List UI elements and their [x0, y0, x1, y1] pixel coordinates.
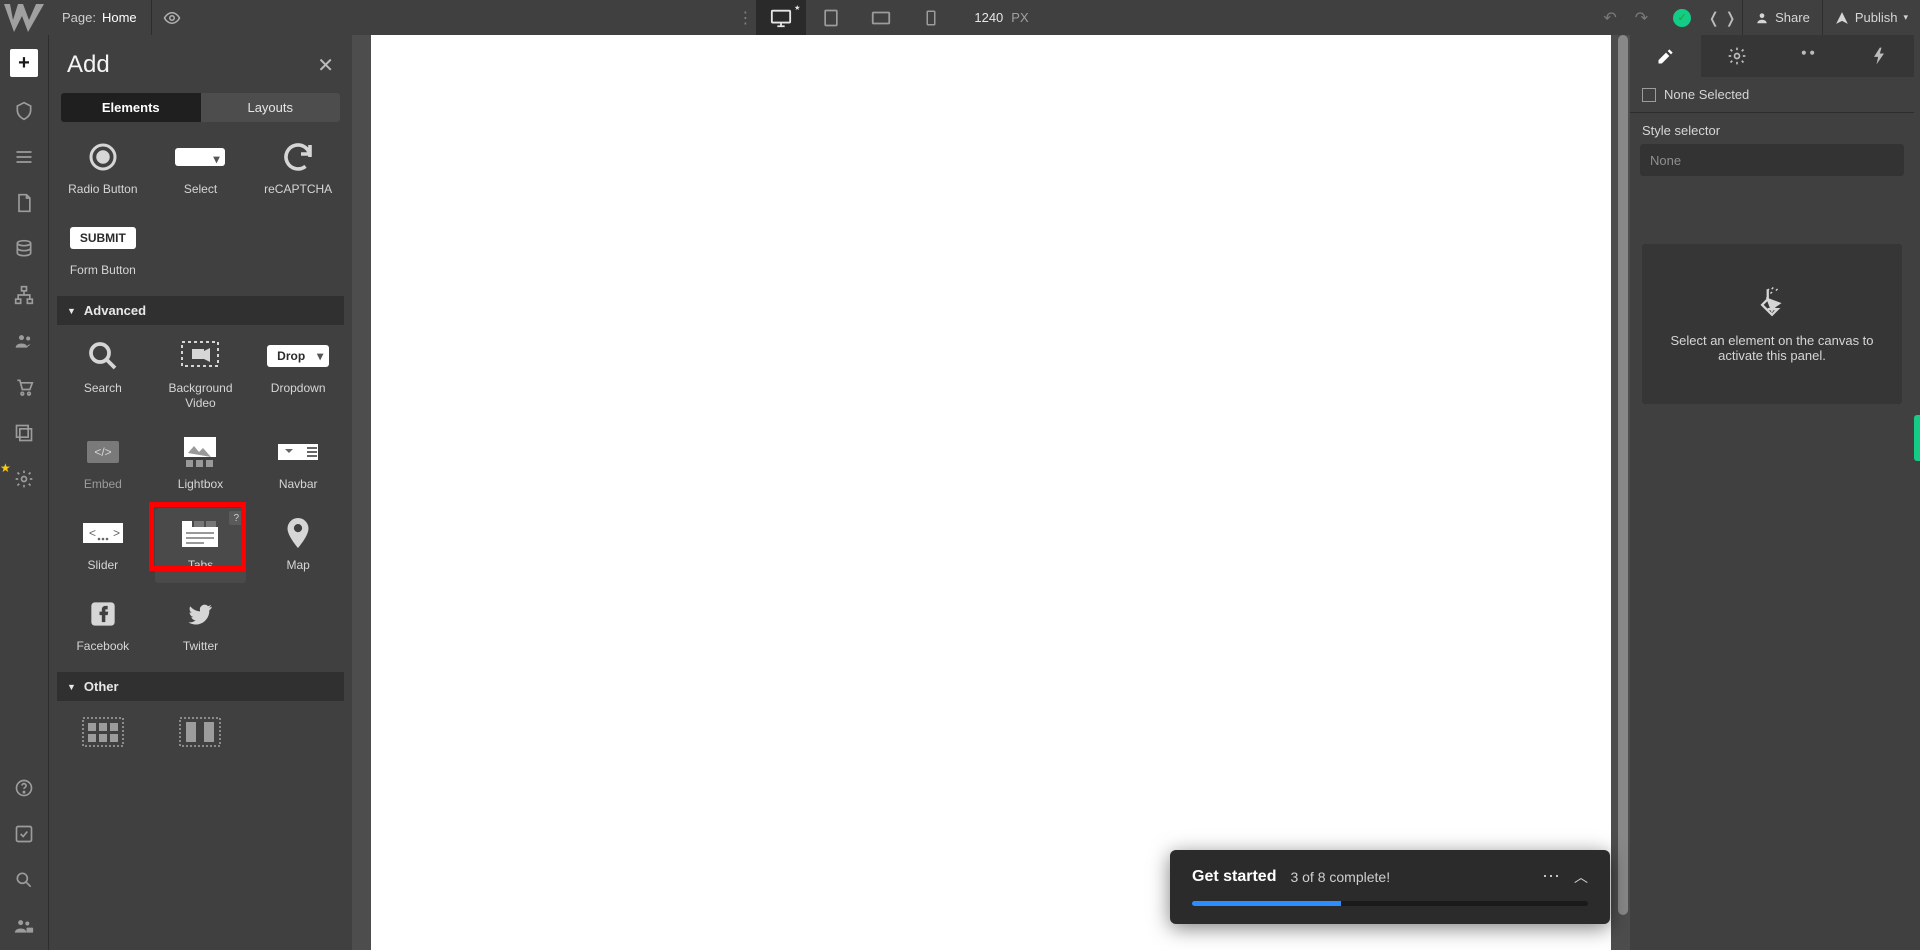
- chevron-down-icon: ▼: [67, 682, 76, 692]
- add-panel-tabs: Elements Layouts: [61, 93, 340, 122]
- element-background-video[interactable]: Background Video: [155, 331, 247, 421]
- element-facebook[interactable]: Facebook: [57, 589, 149, 664]
- element-search[interactable]: Search: [57, 331, 149, 421]
- add-panel: Add ✕ Elements Layouts Radio Button Sele…: [48, 35, 352, 950]
- rail-pages-icon[interactable]: [12, 191, 36, 215]
- rail-video-tutorials-icon[interactable]: [12, 914, 36, 938]
- element-lightbox[interactable]: Lightbox: [155, 427, 247, 502]
- svg-text:>: >: [113, 526, 120, 540]
- element-slider[interactable]: <> Slider: [57, 508, 149, 583]
- element-twitter[interactable]: Twitter: [155, 589, 247, 664]
- top-bar: Page: Home ⋮ ★ 1240 PX ↶ ↷ ✓ ❬ ❭ Share: [0, 0, 1920, 35]
- publish-label: Publish: [1855, 10, 1898, 25]
- device-desktop-button[interactable]: ★: [756, 0, 806, 35]
- device-landscape-button[interactable]: [856, 0, 906, 35]
- rail-users-icon[interactable]: [12, 329, 36, 353]
- right-edge: [1914, 35, 1920, 950]
- rail-cms-icon[interactable]: [12, 237, 36, 261]
- chevron-down-icon: ▼: [67, 306, 76, 316]
- style-panel: None Selected Style selector None Select…: [1630, 35, 1914, 950]
- element-select[interactable]: Select: [155, 132, 247, 207]
- style-selector-label: Style selector: [1630, 113, 1914, 144]
- element-grid-a[interactable]: [57, 707, 149, 761]
- publish-button[interactable]: Publish ▾: [1822, 0, 1920, 35]
- element-map[interactable]: Map: [252, 508, 344, 583]
- page-prefix: Page:: [62, 10, 96, 25]
- style-tab-interactions[interactable]: [1772, 35, 1843, 77]
- more-icon[interactable]: ⋯: [1542, 866, 1560, 887]
- canvas-area: Get started 3 of 8 complete! ⋯ ︿: [352, 35, 1630, 950]
- tab-layouts[interactable]: Layouts: [201, 93, 341, 122]
- right-edge-tab[interactable]: [1914, 415, 1920, 461]
- style-tab-settings[interactable]: [1701, 35, 1772, 77]
- canvas-width-value: 1240: [974, 10, 1003, 25]
- rail-search-icon[interactable]: [12, 868, 36, 892]
- page-selector[interactable]: Page: Home: [48, 0, 152, 35]
- progress-bar: [1192, 901, 1588, 906]
- element-embed[interactable]: </> Embed: [57, 427, 149, 502]
- element-radio-button[interactable]: Radio Button: [57, 132, 149, 207]
- canvas-width-display[interactable]: 1240 PX: [956, 0, 1046, 35]
- rail-symbols-icon[interactable]: [12, 99, 36, 123]
- share-label: Share: [1775, 10, 1810, 25]
- scrollbar[interactable]: [1616, 35, 1630, 950]
- chevron-down-icon: ▾: [1903, 12, 1908, 23]
- rail-checklist-icon[interactable]: [12, 822, 36, 846]
- rail-settings-icon[interactable]: [12, 467, 36, 491]
- device-tablet-button[interactable]: [806, 0, 856, 35]
- rail-navigator-icon[interactable]: [12, 145, 36, 169]
- element-tabs[interactable]: ? Tabs: [155, 508, 247, 583]
- undo-button[interactable]: ↶: [1603, 8, 1616, 28]
- tab-elements[interactable]: Elements: [61, 93, 201, 122]
- close-icon[interactable]: ✕: [317, 53, 334, 78]
- rail-help-icon[interactable]: [12, 776, 36, 800]
- element-grid-b[interactable]: [155, 707, 247, 761]
- section-advanced[interactable]: ▼ Advanced: [57, 296, 344, 325]
- style-tab-effects[interactable]: [1843, 35, 1914, 77]
- style-tab-styles[interactable]: [1630, 35, 1701, 77]
- left-rail: +: [0, 35, 48, 950]
- px-label: PX: [1011, 10, 1028, 25]
- add-panel-title: Add: [67, 51, 110, 79]
- svg-text:</>: </>: [94, 445, 111, 459]
- more-icon[interactable]: ⋮: [734, 0, 756, 35]
- page-name: Home: [102, 10, 137, 25]
- get-started-widget: Get started 3 of 8 complete! ⋯ ︿: [1170, 850, 1610, 924]
- rail-add-button[interactable]: +: [10, 49, 38, 77]
- style-panel-placeholder: Select an element on the canvas to activ…: [1642, 244, 1902, 404]
- checkbox-icon: [1642, 88, 1656, 102]
- style-selector-input[interactable]: None: [1640, 144, 1904, 176]
- device-phone-button[interactable]: [906, 0, 956, 35]
- share-button[interactable]: Share: [1742, 0, 1822, 35]
- rail-ecommerce-icon[interactable]: [12, 375, 36, 399]
- element-navbar[interactable]: Navbar: [252, 427, 344, 502]
- element-recaptcha[interactable]: reCAPTCHA: [252, 132, 344, 207]
- section-other[interactable]: ▼ Other: [57, 672, 344, 701]
- none-selected-row: None Selected: [1630, 77, 1914, 113]
- rail-structure-icon[interactable]: [12, 283, 36, 307]
- redo-button[interactable]: ↷: [1635, 8, 1648, 28]
- preview-button[interactable]: [152, 9, 192, 27]
- element-form-button[interactable]: SUBMIT Form Button: [57, 213, 149, 288]
- get-started-title: Get started: [1192, 868, 1276, 886]
- code-export-button[interactable]: ❬ ❭: [1702, 9, 1742, 27]
- svg-text:<: <: [89, 526, 96, 540]
- canvas[interactable]: [371, 35, 1611, 950]
- get-started-subtitle: 3 of 8 complete!: [1290, 869, 1390, 885]
- status-indicator[interactable]: ✓: [1662, 9, 1702, 27]
- chevron-up-icon[interactable]: ︿: [1574, 867, 1588, 887]
- help-hint-icon[interactable]: ?: [229, 511, 243, 525]
- rail-assets-icon[interactable]: [12, 421, 36, 445]
- element-dropdown[interactable]: Drop Dropdown: [252, 331, 344, 421]
